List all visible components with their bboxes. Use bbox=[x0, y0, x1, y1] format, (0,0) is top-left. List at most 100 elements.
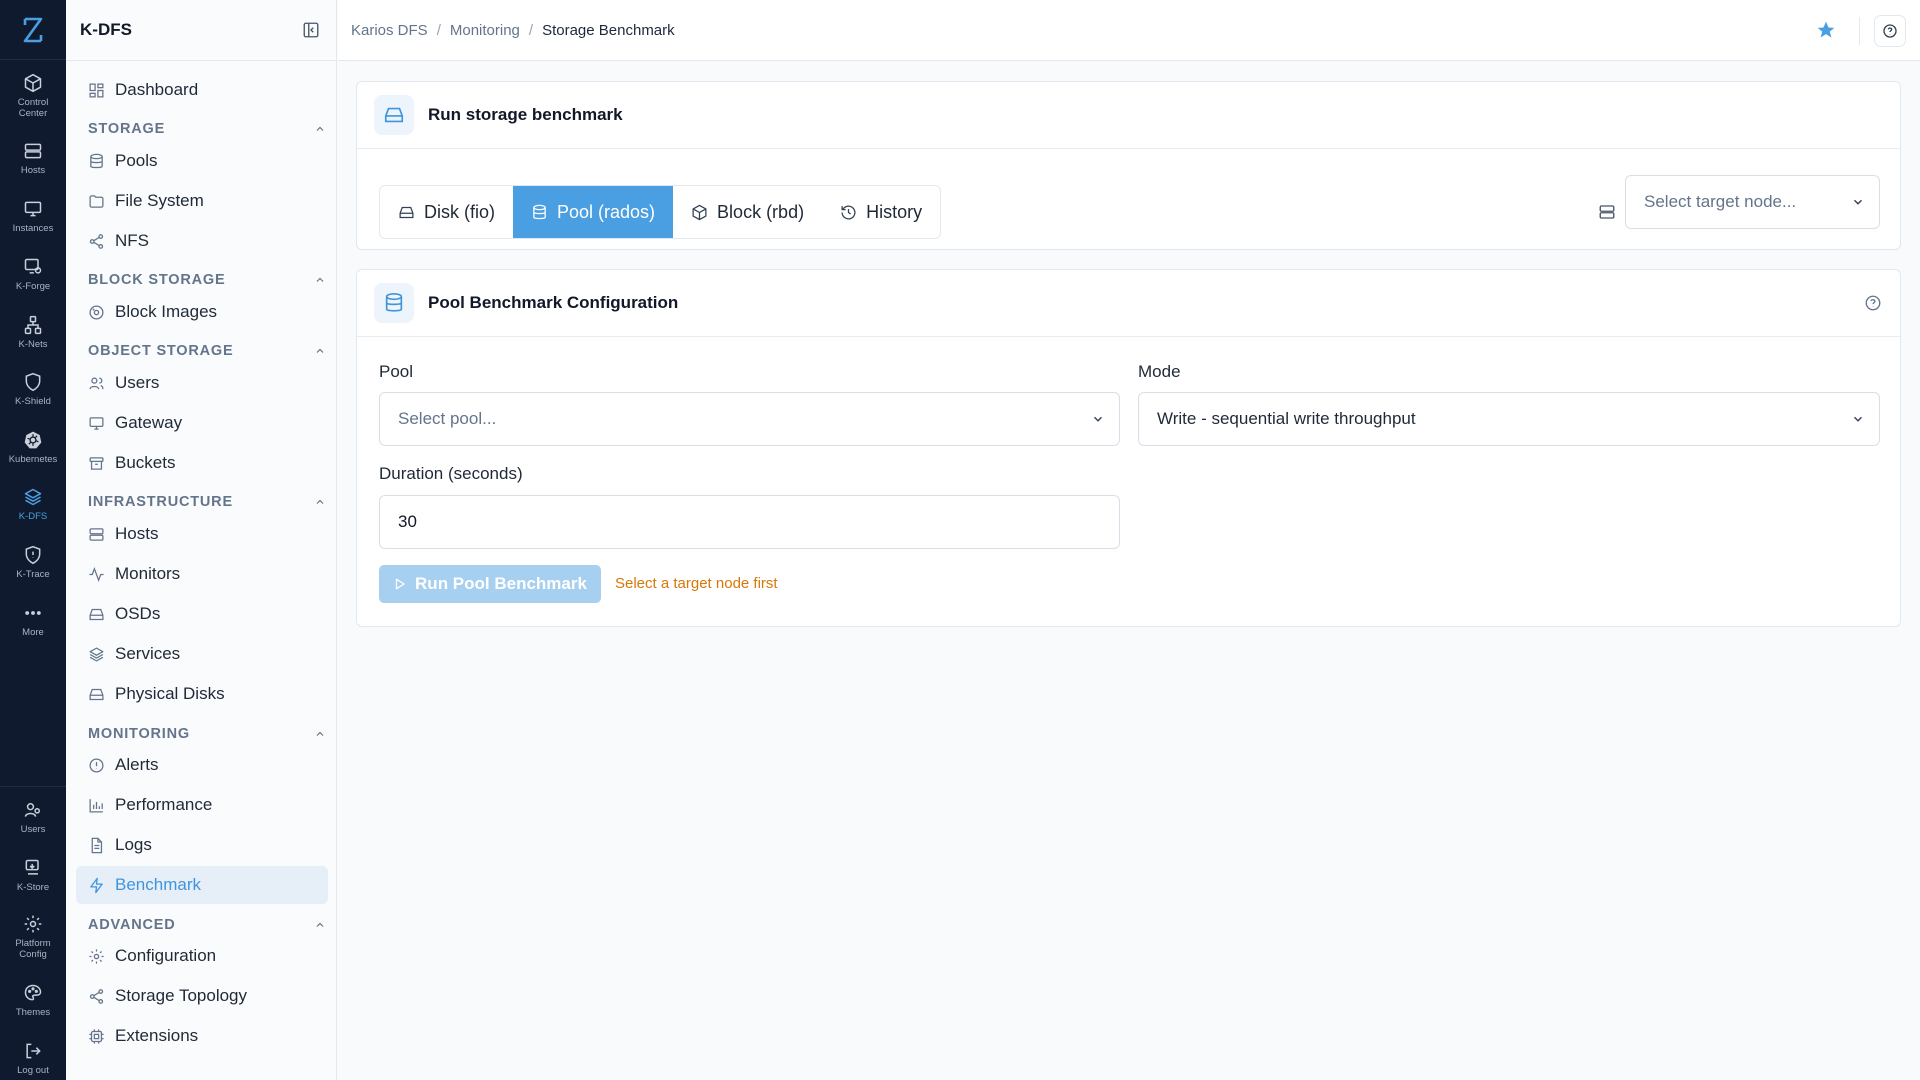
section-label: ADVANCED bbox=[88, 917, 176, 933]
rail-item-k-trace[interactable]: K-Trace bbox=[0, 545, 66, 580]
users-icon bbox=[89, 377, 104, 389]
pool-select[interactable]: Select pool... bbox=[379, 392, 1120, 446]
sidebar-item-storage-topology[interactable]: Storage Topology bbox=[76, 977, 328, 1015]
toolbar-divider bbox=[1859, 17, 1860, 45]
section-storage[interactable]: STORAGE bbox=[88, 118, 326, 140]
rail-item-k-forge[interactable]: K-Forge bbox=[0, 257, 66, 292]
alert-circle-icon bbox=[89, 757, 104, 773]
breadcrumb-item[interactable]: Monitoring bbox=[450, 22, 520, 39]
sidebar-item-performance[interactable]: Performance bbox=[76, 786, 328, 824]
sidebar-item-label: Services bbox=[115, 644, 181, 663]
rail-item-k-shield[interactable]: K-Shield bbox=[0, 372, 66, 407]
sidebar-item-file-system[interactable]: File System bbox=[76, 182, 328, 220]
section-block-storage[interactable]: BLOCK STORAGE bbox=[88, 269, 326, 291]
tab-history[interactable]: History bbox=[822, 186, 940, 238]
sidebar-item-alerts[interactable]: Alerts bbox=[76, 746, 328, 784]
rail-label: K-Trace bbox=[16, 569, 50, 580]
sidebar-item-logs[interactable]: Logs bbox=[76, 826, 328, 864]
tab-pool-rados[interactable]: Pool (rados) bbox=[513, 186, 674, 238]
share-icon bbox=[89, 233, 104, 249]
duration-label: Duration (seconds) bbox=[379, 464, 523, 483]
folder-icon bbox=[89, 194, 104, 208]
logo-icon bbox=[23, 17, 43, 42]
sidebar-item-label: Gateway bbox=[115, 413, 183, 432]
duration-input[interactable]: 30 bbox=[379, 495, 1120, 549]
mode-value: Write - sequential write throughput bbox=[1157, 409, 1416, 428]
sidebar-item-label: Configuration bbox=[115, 946, 217, 965]
sidebar-item-configuration[interactable]: Configuration bbox=[76, 937, 328, 975]
hard-drive-icon bbox=[89, 688, 104, 700]
sidebar-item-gateway[interactable]: Gateway bbox=[76, 404, 328, 442]
rail-item-instances[interactable]: Instances bbox=[0, 199, 66, 234]
sidebar-item-monitors[interactable]: Monitors bbox=[76, 555, 328, 593]
help-circle-icon bbox=[1865, 295, 1881, 311]
sidebar-item-label: Alerts bbox=[115, 755, 159, 774]
section-label: OBJECT STORAGE bbox=[88, 343, 234, 359]
palette-icon bbox=[24, 984, 42, 1001]
target-node-select[interactable]: Select target node... bbox=[1625, 175, 1880, 229]
sidebar-item-label: Block Images bbox=[115, 302, 218, 321]
section-label: MONITORING bbox=[88, 726, 190, 742]
section-monitoring[interactable]: MONITORING bbox=[88, 723, 326, 745]
section-infrastructure[interactable]: INFRASTRUCTURE bbox=[88, 491, 326, 513]
breadcrumb-item[interactable]: Karios DFS bbox=[351, 22, 428, 39]
sidebar-item-physical-disks[interactable]: Physical Disks bbox=[76, 675, 328, 713]
sidebar-item-nfs[interactable]: NFS bbox=[76, 222, 328, 260]
rail-item-k-nets[interactable]: K-Nets bbox=[0, 315, 66, 350]
section-advanced[interactable]: ADVANCED bbox=[88, 914, 326, 936]
section-object-storage[interactable]: OBJECT STORAGE bbox=[88, 340, 326, 362]
activity-icon bbox=[89, 566, 104, 582]
sidebar-item-benchmark[interactable]: Benchmark bbox=[76, 866, 328, 904]
tab-label: Block (rbd) bbox=[717, 201, 805, 222]
sidebar-item-label: Performance bbox=[115, 795, 213, 814]
tab-block-rbd[interactable]: Block (rbd) bbox=[673, 186, 822, 238]
top-bar: Karios DFS / Monitoring / Storage Benchm… bbox=[338, 0, 1920, 61]
rail-label: K-Forge bbox=[15, 281, 51, 292]
hard-drive-icon bbox=[399, 206, 414, 218]
rail-item-platform-config[interactable]: Platform Config bbox=[0, 914, 66, 960]
sidebar-item-pools[interactable]: Pools bbox=[76, 142, 328, 180]
sidebar-item-users[interactable]: Users bbox=[76, 364, 328, 402]
rail-item-themes[interactable]: Themes bbox=[0, 983, 66, 1018]
rail-item-log-out[interactable]: Log out bbox=[0, 1041, 66, 1076]
rail-item-k-store[interactable]: K-Store bbox=[0, 858, 66, 893]
rail-item-control-center[interactable]: Control Center bbox=[0, 73, 66, 119]
run-pool-benchmark-button[interactable]: Run Pool Benchmark bbox=[379, 565, 601, 603]
rail-label: Log out bbox=[17, 1065, 49, 1076]
sidebar-item-label: Benchmark bbox=[115, 875, 201, 894]
rail-item-more[interactable]: More bbox=[0, 603, 66, 638]
sidebar-item-osds[interactable]: OSDs bbox=[76, 595, 328, 633]
favorite-button[interactable] bbox=[1816, 20, 1836, 40]
help-button[interactable] bbox=[1874, 15, 1906, 47]
chevron-up-icon bbox=[316, 277, 324, 282]
disc-icon bbox=[89, 304, 104, 320]
sidebar-collapse-button[interactable] bbox=[302, 21, 320, 39]
sidebar-item-buckets[interactable]: Buckets bbox=[76, 444, 328, 482]
tab-label: History bbox=[866, 201, 923, 222]
sidebar-item-label: OSDs bbox=[115, 604, 161, 623]
sidebar-item-label: Users bbox=[115, 373, 160, 392]
sidebar-item-extensions[interactable]: Extensions bbox=[76, 1017, 328, 1055]
tab-disk-fio[interactable]: Disk (fio) bbox=[380, 186, 513, 238]
sidebar-item-services[interactable]: Services bbox=[76, 635, 328, 673]
card-header: Pool Benchmark Configuration bbox=[357, 270, 1900, 337]
rail-item-k-dfs[interactable]: K-DFS bbox=[0, 487, 66, 522]
sidebar-item-hosts[interactable]: Hosts bbox=[76, 515, 328, 553]
hard-drive-icon bbox=[89, 608, 104, 620]
sidebar-item-block-images[interactable]: Block Images bbox=[76, 293, 328, 331]
rail-item-users[interactable]: Users bbox=[0, 800, 66, 835]
breadcrumb-current: Storage Benchmark bbox=[542, 21, 675, 39]
pool-label: Pool bbox=[379, 362, 414, 381]
mode-select[interactable]: Write - sequential write throughput bbox=[1138, 392, 1880, 446]
config-help-button[interactable] bbox=[1864, 294, 1882, 312]
monitor-icon bbox=[89, 416, 104, 430]
play-icon bbox=[395, 578, 405, 590]
rail-item-kubernetes[interactable]: Kubernetes bbox=[0, 430, 66, 465]
app-logo[interactable] bbox=[0, 0, 66, 60]
sidebar-item-label: Storage Topology bbox=[115, 986, 248, 1005]
rail-label: Control Center bbox=[17, 97, 49, 119]
layers-icon bbox=[24, 488, 42, 506]
rail-item-hosts[interactable]: Hosts bbox=[0, 141, 66, 176]
chevron-up-icon bbox=[316, 126, 324, 131]
sidebar-item-dashboard[interactable]: Dashboard bbox=[76, 71, 328, 109]
